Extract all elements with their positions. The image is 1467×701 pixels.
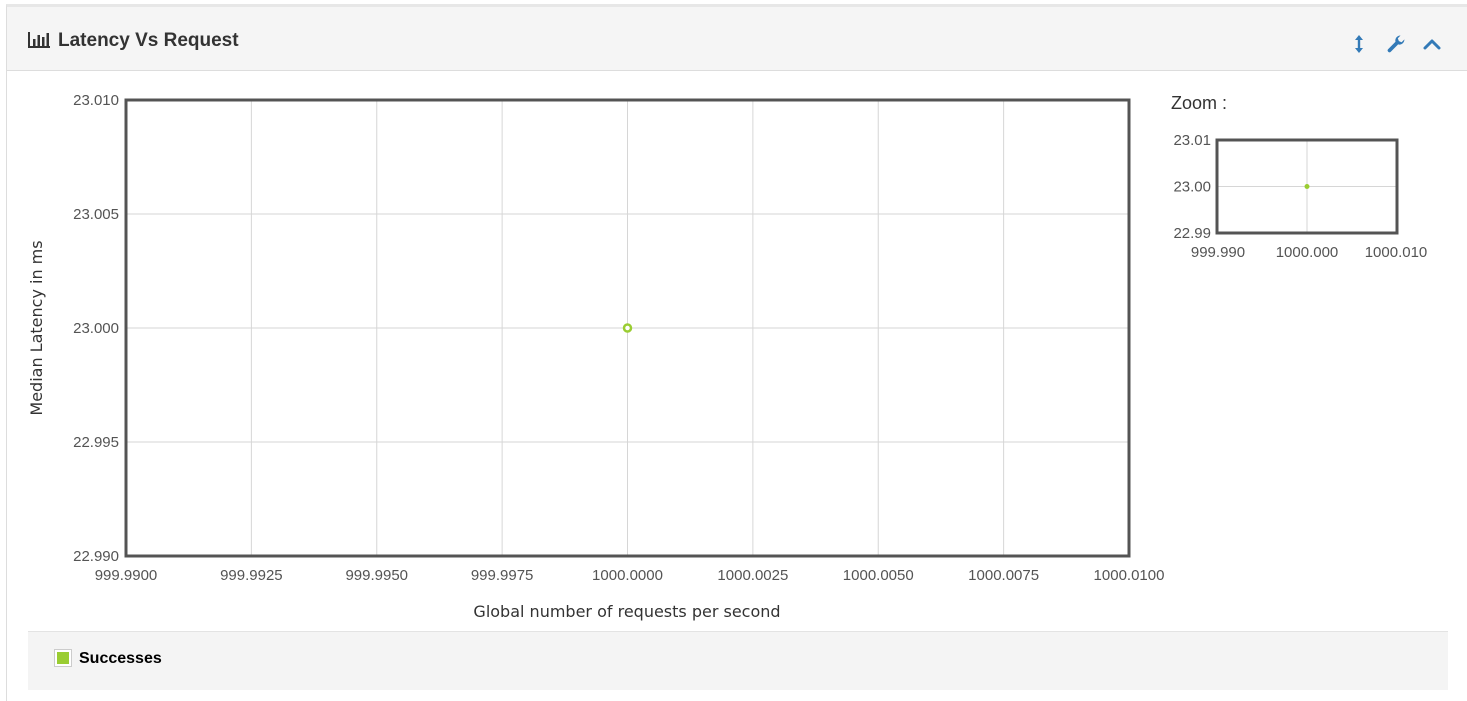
zoom-y-tick-label: 22.99 <box>1173 225 1211 242</box>
x-tick-label: 999.9950 <box>345 567 408 584</box>
y-tick-label: 22.995 <box>73 434 119 451</box>
legend-swatch <box>57 652 69 664</box>
zoom-data-points <box>1304 184 1310 189</box>
zoom-label: Zoom : <box>1171 93 1228 113</box>
legend: Successes <box>28 631 1448 690</box>
x-axis-title: Global number of requests per second <box>473 602 780 621</box>
y-axis-ticks: 23.010 23.005 23.000 22.995 22.990 <box>73 92 119 565</box>
x-tick-label: 999.9925 <box>220 567 283 584</box>
zoom-y-tick-label: 23.01 <box>1173 132 1211 149</box>
x-tick-label: 1000.0025 <box>717 567 788 584</box>
zoom-x-tick-label: 1000.010 <box>1365 244 1428 261</box>
x-axis-ticks: 999.9900 999.9925 999.9950 999.9975 1000.000… <box>95 567 1165 584</box>
legend-label-successes[interactable]: Successes <box>79 650 162 668</box>
y-tick-label: 23.010 <box>73 92 119 109</box>
zoom-x-ticks: 999.990 1000.000 1000.010 <box>1191 244 1427 261</box>
y-tick-label: 23.000 <box>73 320 119 337</box>
data-points <box>622 323 633 333</box>
y-tick-label: 22.990 <box>73 548 119 565</box>
zoom-data-point <box>1304 184 1310 189</box>
x-tick-label: 999.9975 <box>471 567 534 584</box>
zoom-x-tick-label: 999.990 <box>1191 244 1245 261</box>
x-tick-label: 1000.0100 <box>1094 567 1165 584</box>
zoom-x-tick-label: 1000.000 <box>1276 244 1339 261</box>
x-tick-label: 1000.0075 <box>968 567 1039 584</box>
x-tick-label: 1000.0000 <box>592 567 663 584</box>
zoom-y-tick-label: 23.00 <box>1173 179 1211 196</box>
chart-area: 23.01023.00523.00022.99522.990 999.9900 9… <box>27 92 1427 621</box>
y-axis-title: Median Latency in ms <box>27 240 46 415</box>
y-tick-label: 23.005 <box>73 206 119 223</box>
x-tick-label: 1000.0050 <box>843 567 914 584</box>
x-tick-label: 999.9900 <box>95 567 158 584</box>
zoom-y-ticks: 23.01 23.00 22.99 <box>1173 132 1211 242</box>
data-point[interactable] <box>622 323 633 333</box>
legend-swatch-box[interactable] <box>54 649 72 667</box>
